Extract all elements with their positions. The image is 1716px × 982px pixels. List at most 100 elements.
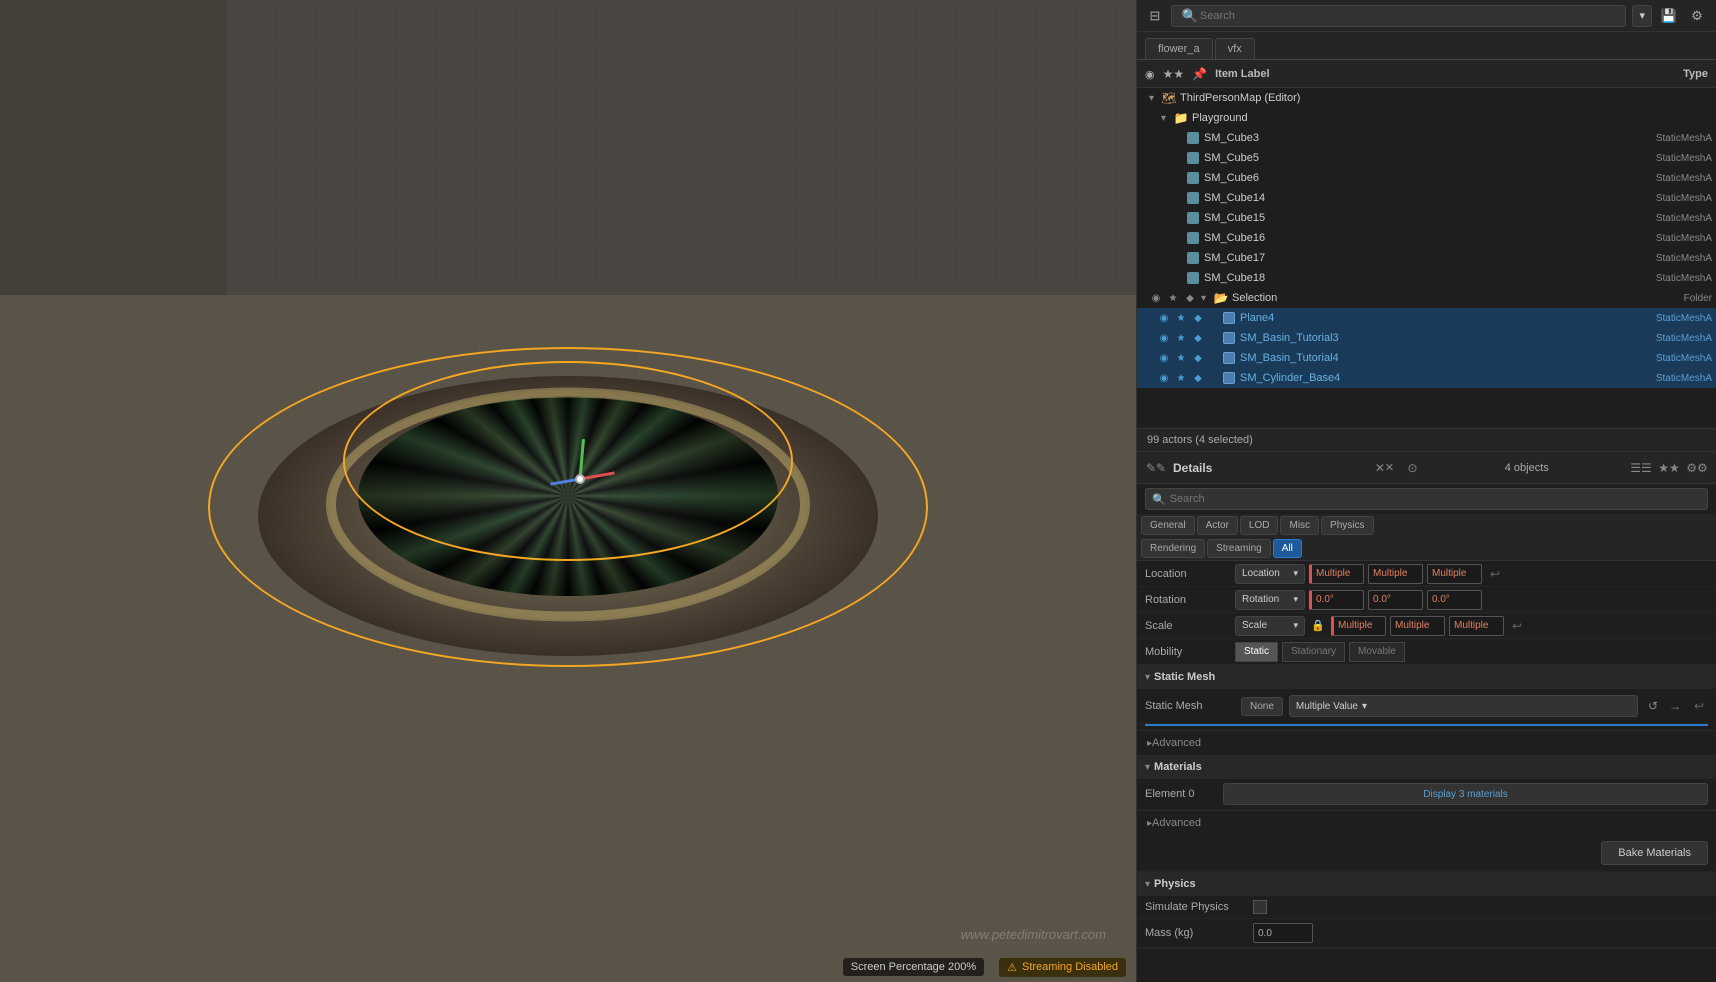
save-icon[interactable]: 💾 — [1658, 5, 1680, 27]
tree-arrow-playground[interactable] — [1161, 113, 1173, 124]
tab-vfx[interactable]: vfx — [1215, 38, 1255, 59]
outliner-tree[interactable]: 🗺 ThirdPersonMap (Editor) 📁 Playground S… — [1137, 88, 1716, 428]
tree-type-cube5: StaticMeshA — [1632, 153, 1712, 164]
sm-value-dropdown[interactable]: Multiple Value ▾ — [1289, 695, 1638, 717]
tree-item-sm-basin3[interactable]: ◉ ★ ◆ SM_Basin_Tutorial3 StaticMeshA — [1137, 328, 1716, 348]
display-materials-btn[interactable]: Display 3 materials — [1223, 783, 1708, 805]
pin-header-icon[interactable]: 📌 — [1192, 67, 1207, 81]
location-dropdown[interactable]: Location — [1235, 564, 1305, 584]
pin-basin3-icon[interactable]: ◆ — [1191, 331, 1205, 345]
scale-reset-btn[interactable]: ↩ — [1508, 617, 1526, 635]
eye-basin3-icon[interactable]: ◉ — [1157, 331, 1171, 345]
mobility-static-btn[interactable]: Static — [1235, 642, 1278, 662]
sm-refresh-icon[interactable]: ↺ — [1644, 697, 1662, 715]
scale-lock-btn[interactable]: 🔒 — [1309, 617, 1327, 635]
rotation-x-input[interactable]: 0.0° — [1309, 590, 1364, 610]
tab-lod[interactable]: LOD — [1240, 516, 1279, 535]
pin-plane4-icon[interactable]: ◆ — [1191, 311, 1205, 325]
simulate-physics-checkbox[interactable] — [1253, 900, 1267, 914]
scale-dropdown[interactable]: Scale — [1235, 616, 1305, 636]
tree-type-cube15: StaticMeshA — [1632, 213, 1712, 224]
tree-item-sm-cube14[interactable]: SM_Cube14 StaticMeshA — [1137, 188, 1716, 208]
scale-x-input[interactable]: Multiple — [1331, 616, 1386, 636]
tree-item-sm-cube5[interactable]: SM_Cube5 StaticMeshA — [1137, 148, 1716, 168]
list-view-icon[interactable]: ☰ — [1630, 457, 1652, 479]
tree-label-plane4: Plane4 — [1240, 312, 1632, 324]
tree-item-playground[interactable]: 📁 Playground — [1137, 108, 1716, 128]
tree-item-sm-cube18[interactable]: SM_Cube18 StaticMeshA — [1137, 268, 1716, 288]
tree-item-selection[interactable]: ◉ ★ ◆ 📂 Selection Folder — [1137, 288, 1716, 308]
camera-icon[interactable]: ⊙ — [1402, 457, 1424, 479]
tab-flower-a[interactable]: flower_a — [1145, 38, 1213, 59]
pin-basin4-icon[interactable]: ◆ — [1191, 351, 1205, 365]
materials-element0-row: Element 0 Display 3 materials — [1137, 779, 1716, 810]
star-cylinder4-icon[interactable]: ★ — [1174, 371, 1188, 385]
advanced-row-1[interactable]: Advanced — [1137, 731, 1716, 755]
eye-sel-icon[interactable]: ◉ — [1149, 291, 1163, 305]
location-y-input[interactable]: Multiple — [1368, 564, 1423, 584]
physics-header[interactable]: Physics — [1137, 872, 1716, 896]
star-basin3-icon[interactable]: ★ — [1174, 331, 1188, 345]
materials-header[interactable]: Materials — [1137, 755, 1716, 779]
rotation-z-input[interactable]: 0.0° — [1427, 590, 1482, 610]
eye-plane4-icon[interactable]: ◉ — [1157, 311, 1171, 325]
rotation-y-input[interactable]: 0.0° — [1368, 590, 1423, 610]
tab-streaming[interactable]: Streaming — [1207, 539, 1271, 558]
bake-materials-btn[interactable]: Bake Materials — [1601, 841, 1708, 865]
tab-rendering[interactable]: Rendering — [1141, 539, 1205, 558]
tree-item-sm-cube3[interactable]: SM_Cube3 StaticMeshA — [1137, 128, 1716, 148]
sm-reset-btn[interactable]: ↩ — [1690, 697, 1708, 715]
tree-item-sm-cube16[interactable]: SM_Cube16 StaticMeshA — [1137, 228, 1716, 248]
tree-item-sm-cube17[interactable]: SM_Cube17 StaticMeshA — [1137, 248, 1716, 268]
pin-cylinder4-icon[interactable]: ◆ — [1191, 371, 1205, 385]
location-reset-btn[interactable]: ↩ — [1486, 565, 1504, 583]
advanced-row-2[interactable]: Advanced — [1137, 811, 1716, 835]
tree-type-cube6: StaticMeshA — [1632, 173, 1712, 184]
star-sel-icon[interactable]: ★ — [1166, 291, 1180, 305]
tree-arrow-selection[interactable] — [1201, 293, 1213, 304]
details-search[interactable]: 🔍 — [1145, 488, 1708, 510]
dropdown-btn[interactable]: ▾ — [1632, 5, 1652, 27]
search-box[interactable]: 🔍 — [1171, 5, 1626, 27]
details-search-input[interactable] — [1170, 493, 1701, 505]
eye-basin4-icon[interactable]: ◉ — [1157, 351, 1171, 365]
location-x-input[interactable]: Multiple — [1309, 564, 1364, 584]
rotation-dropdown[interactable]: Rotation — [1235, 590, 1305, 610]
scale-z-input[interactable]: Multiple — [1449, 616, 1504, 636]
tab-actor[interactable]: Actor — [1197, 516, 1238, 535]
star-basin4-icon[interactable]: ★ — [1174, 351, 1188, 365]
filter-icon[interactable] — [1145, 6, 1165, 26]
advanced-label-1: Advanced — [1152, 737, 1201, 749]
sm-icons-group: ↺ → — [1644, 697, 1684, 715]
settings-icon[interactable]: ⚙ — [1686, 5, 1708, 27]
tab-general[interactable]: General — [1141, 516, 1195, 535]
tab-misc[interactable]: Misc — [1280, 516, 1319, 535]
search-input[interactable] — [1200, 10, 1617, 22]
location-z-input[interactable]: Multiple — [1427, 564, 1482, 584]
mobility-stationary-btn[interactable]: Stationary — [1282, 642, 1345, 662]
close-details-btn[interactable]: ✕ — [1374, 457, 1396, 479]
tree-item-plane4[interactable]: ◉ ★ ◆ Plane4 StaticMeshA — [1137, 308, 1716, 328]
star-header-icon[interactable]: ★ — [1163, 67, 1185, 81]
pencil-icon[interactable]: ✎ — [1145, 457, 1167, 479]
tree-item-sm-basin4[interactable]: ◉ ★ ◆ SM_Basin_Tutorial4 StaticMeshA — [1137, 348, 1716, 368]
pin-sel-icon[interactable]: ◆ — [1183, 291, 1197, 305]
tree-item-sm-cube15[interactable]: SM_Cube15 StaticMeshA — [1137, 208, 1716, 228]
tab-all[interactable]: All — [1273, 539, 1302, 558]
star-plane4-icon[interactable]: ★ — [1174, 311, 1188, 325]
eye-header-icon[interactable] — [1145, 67, 1155, 81]
scale-y-input[interactable]: Multiple — [1390, 616, 1445, 636]
mobility-movable-btn[interactable]: Movable — [1349, 642, 1405, 662]
tab-physics[interactable]: Physics — [1321, 516, 1373, 535]
tree-item-sm-cube6[interactable]: SM_Cube6 StaticMeshA — [1137, 168, 1716, 188]
mass-value[interactable]: 0.0 — [1253, 923, 1313, 943]
settings-details-icon[interactable]: ⚙ — [1686, 457, 1708, 479]
star-details-icon[interactable]: ★ — [1658, 457, 1680, 479]
sm-forward-icon[interactable]: → — [1666, 697, 1684, 715]
tree-item-map-root[interactable]: 🗺 ThirdPersonMap (Editor) — [1137, 88, 1716, 108]
static-mesh-header[interactable]: Static Mesh — [1137, 665, 1716, 689]
tree-arrow-map[interactable] — [1149, 93, 1161, 104]
tree-item-sm-cylinder4[interactable]: ◉ ★ ◆ SM_Cylinder_Base4 StaticMeshA — [1137, 368, 1716, 388]
eye-cylinder4-icon[interactable]: ◉ — [1157, 371, 1171, 385]
sm-none-btn[interactable]: None — [1241, 697, 1283, 716]
